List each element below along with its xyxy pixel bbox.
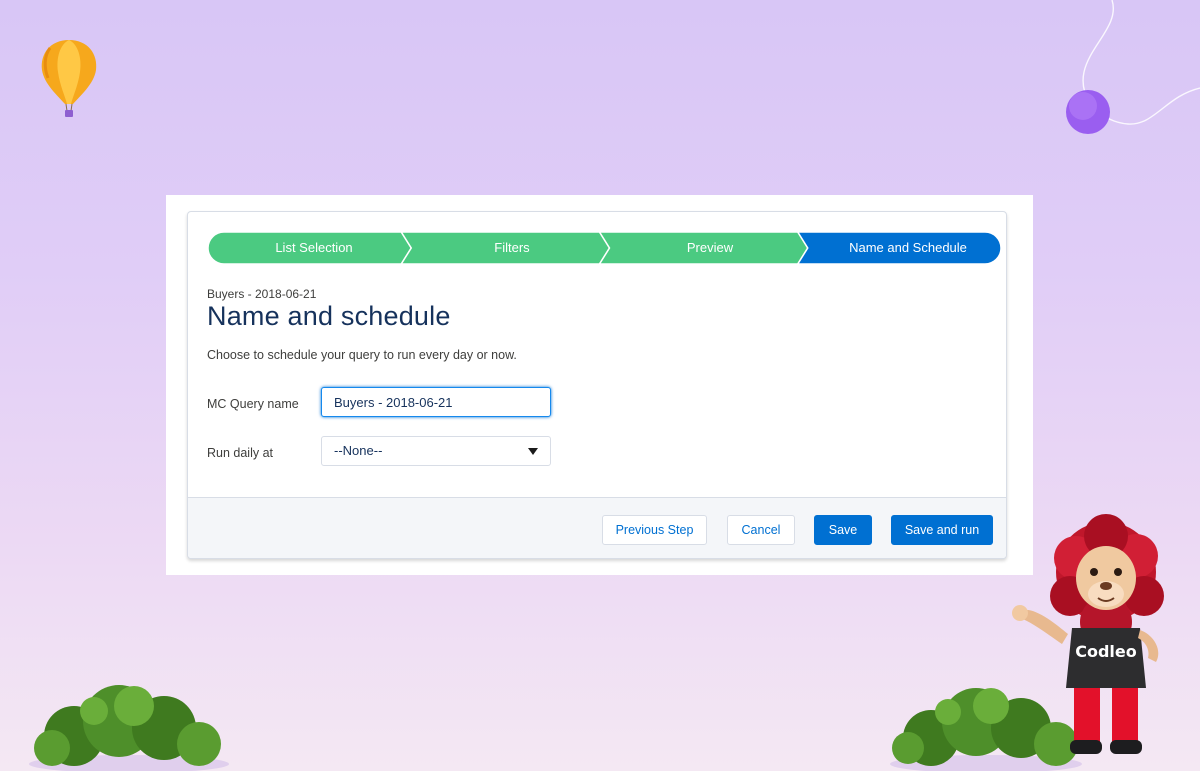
save-and-run-button[interactable]: Save and run (891, 515, 993, 545)
progress-path: List Selection Filters Preview Name and … (208, 232, 1001, 264)
wizard-footer: Previous Step Cancel Save Save and run (188, 497, 1006, 558)
cancel-button[interactable]: Cancel (727, 515, 795, 545)
run-daily-label: Run daily at (207, 446, 274, 460)
decorative-orb-icon (1066, 0, 1200, 134)
save-button[interactable]: Save (814, 515, 872, 545)
page-description: Choose to schedule your query to run eve… (207, 348, 517, 362)
screenshot-frame: List Selection Filters Preview Name and … (166, 195, 1033, 575)
wizard-card: List Selection Filters Preview Name and … (187, 211, 1007, 559)
page-title: Name and schedule (207, 301, 451, 331)
previous-step-button[interactable]: Previous Step (602, 515, 707, 545)
hot-air-balloon-icon (41, 40, 97, 117)
record-eyebrow: Buyers - 2018-06-21 (207, 287, 317, 301)
caret-down-icon (528, 448, 538, 455)
run-daily-selected-value: --None-- (334, 443, 383, 458)
mascot-shirt-text: Codleo (1075, 642, 1137, 661)
path-step-preview[interactable]: Preview (604, 232, 816, 264)
lion-mascot-icon: Codleo (1012, 514, 1164, 754)
bush-left-icon (29, 685, 229, 771)
query-name-label: MC Query name (207, 397, 299, 411)
query-name-input[interactable] (321, 387, 551, 417)
path-step-filters[interactable]: Filters (406, 232, 618, 264)
path-step-name-and-schedule[interactable]: Name and Schedule (802, 232, 1006, 264)
path-step-list-selection[interactable]: List Selection (208, 232, 420, 264)
run-daily-select[interactable]: --None-- (321, 436, 551, 466)
